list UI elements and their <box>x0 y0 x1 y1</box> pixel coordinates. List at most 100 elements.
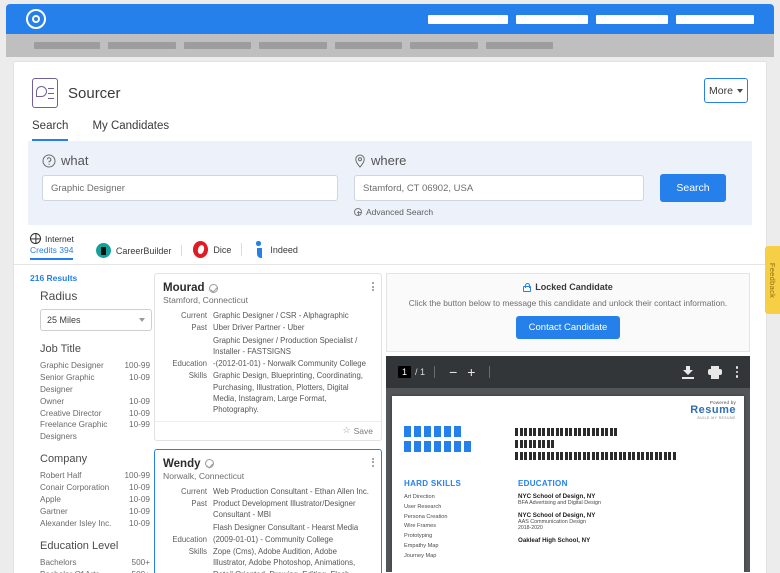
search-what-input[interactable] <box>42 175 338 201</box>
education-school: NYC School of Design, NY <box>518 512 596 519</box>
more-button[interactable]: More <box>704 78 748 103</box>
candidate-card-wendy[interactable]: Wendy Norwalk, Connecticut Current Web Pr… <box>154 448 382 573</box>
candidate-location: Stamford, Connecticut <box>163 295 249 305</box>
detail-value: Uber Driver Partner - Uber <box>213 323 305 333</box>
filter-item-label: Freelance Graphic Designers <box>40 420 108 442</box>
detail-value: Web Production Consultant - Ethan Allen … <box>213 486 369 496</box>
filter-item[interactable]: Freelance Graphic Designers 10-99 <box>40 419 150 443</box>
what-label: what <box>61 153 89 168</box>
sub-nav-item-7[interactable] <box>486 42 553 49</box>
what-label-row: what <box>42 153 338 168</box>
filter-title: Company <box>40 453 88 466</box>
filter-item[interactable]: Robert Half 100-99 <box>40 470 150 482</box>
locked-title-row: Locked Candidate <box>397 282 739 292</box>
hard-skills-title: HARD SKILLS <box>404 479 462 488</box>
sub-nav-item-3[interactable] <box>184 42 251 49</box>
zoom-in-button[interactable]: + <box>462 365 480 379</box>
sub-nav-item-6[interactable] <box>410 42 478 49</box>
hard-skills-column: HARD SKILLS Art Direction User Research … <box>404 479 490 561</box>
download-icon[interactable] <box>681 365 694 379</box>
filter-item-label: Bachelors <box>40 557 77 567</box>
candidate-location: Norwalk, Connecticut <box>163 470 245 481</box>
source-tab-indeed[interactable]: Indeed <box>242 241 309 264</box>
location-pin-icon <box>355 153 365 168</box>
filter-item[interactable]: Apple 10-09 <box>40 494 150 506</box>
advanced-search-label: Advanced Search <box>366 207 434 217</box>
candidate-menu-icon[interactable] <box>372 282 374 291</box>
filter-item[interactable]: Owner 10-09 <box>40 396 150 408</box>
feedback-tab[interactable]: Feedback <box>765 246 780 314</box>
candidate-menu-icon[interactable] <box>372 457 374 467</box>
filters-sidebar: 216 Results Radius 25 Miles Job Title Gr… <box>14 273 152 573</box>
sub-nav-item-1[interactable] <box>34 42 100 49</box>
resume-columns: HARD SKILLS Art Direction User Research … <box>404 479 732 561</box>
search-panel: what where Search <box>28 141 752 225</box>
filter-item[interactable]: Bachelor Of Arts 500+ <box>40 569 150 573</box>
lock-icon <box>523 282 532 292</box>
tab-my-candidates[interactable]: My Candidates <box>92 120 169 141</box>
globe-icon <box>30 233 41 244</box>
contact-candidate-button[interactable]: Contact Candidate <box>515 316 621 339</box>
filter-item-label: Alexander Isley Inc. <box>40 518 112 528</box>
page-title-row: Sourcer <box>32 78 748 108</box>
save-candidate-button[interactable]: ☆ Save <box>155 420 381 440</box>
candidate-list: Mourad Stamford, Connecticut Current Grap… <box>150 273 386 573</box>
where-label: where <box>371 153 407 168</box>
education-entry: NYC School of Design, NY AAS Communicati… <box>518 512 601 531</box>
save-label: Save <box>353 425 373 436</box>
resume-brand-sub: BUILD MY RESUME <box>697 416 736 420</box>
feedback-label: Feedback <box>768 262 777 298</box>
skill-item: Journey Map <box>404 552 437 559</box>
candidate-card-mourad[interactable]: Mourad Stamford, Connecticut Current Grap… <box>154 273 382 441</box>
sub-nav-item-2[interactable] <box>108 42 176 49</box>
candidate-preview-pane: Locked Candidate Click the button below … <box>386 273 766 573</box>
table-row: Graphic Designer / Production Specialist… <box>163 335 371 359</box>
filter-item[interactable]: Conair Corporation 10-09 <box>40 482 150 494</box>
education-entry: Oakleaf High School, NY <box>518 537 601 544</box>
filter-item[interactable]: Graphic Designer 100-99 <box>40 360 150 372</box>
detail-value: Graphic Designer / Production Specialist… <box>213 335 358 356</box>
app-logo-icon[interactable] <box>26 9 46 29</box>
filter-item[interactable]: Bachelors 500+ <box>40 557 150 569</box>
source-tab-careerbuilder[interactable]: CareerBuilder <box>85 243 183 264</box>
search-button[interactable]: Search <box>660 174 726 202</box>
pdf-current-page[interactable]: 1 <box>398 366 412 378</box>
detail-label <box>163 335 213 359</box>
filter-item[interactable]: Creative Director 10-09 <box>40 408 150 420</box>
page-title: Sourcer <box>68 84 121 102</box>
tab-search[interactable]: Search <box>32 120 69 141</box>
radius-select[interactable]: 25 Miles <box>40 309 152 331</box>
search-where-input[interactable] <box>354 175 644 201</box>
top-nav-item-4[interactable] <box>676 14 754 24</box>
sub-nav-item-4[interactable] <box>259 42 327 49</box>
locked-candidate-box: Locked Candidate Click the button below … <box>386 273 750 352</box>
divider <box>434 366 436 378</box>
secondary-nav-bar <box>6 34 774 57</box>
education-degree: BFA Advertising and Digital Design <box>518 500 602 506</box>
print-icon[interactable] <box>707 365 722 379</box>
where-label-row: where <box>354 153 644 168</box>
sub-nav-item-5[interactable] <box>335 42 402 49</box>
sourcer-icon <box>32 78 58 108</box>
verified-check-icon <box>208 283 218 293</box>
page-header: Sourcer More <box>14 62 766 108</box>
detail-label <box>163 522 213 534</box>
dice-icon <box>193 241 209 258</box>
star-icon: ☆ <box>342 425 351 436</box>
source-tab-dice[interactable]: Dice <box>182 241 243 264</box>
advanced-search-link[interactable]: Advanced Search <box>354 207 738 217</box>
pdf-viewer-stage[interactable]: Powered by Resume BUILD MY RESUME HARD S… <box>386 388 750 572</box>
top-nav-item-2[interactable] <box>516 14 588 24</box>
filter-item[interactable]: Senior Graphic Designer 10-09 <box>40 372 150 396</box>
filter-item[interactable]: Alexander Isley Inc. 10-09 <box>40 518 150 530</box>
detail-value: -(2012-01-01) - Norwalk Community Colleg… <box>213 359 366 369</box>
top-nav-item-3[interactable] <box>596 14 668 24</box>
top-nav-item-1[interactable] <box>428 14 508 24</box>
pdf-more-icon[interactable] <box>735 366 738 378</box>
top-nav-redacted[interactable] <box>428 14 754 24</box>
zoom-out-button[interactable]: − <box>444 365 462 379</box>
filter-item[interactable]: Gartner 10-09 <box>40 506 150 518</box>
source-tab-internet[interactable]: Internet Credits 394 <box>30 233 85 264</box>
resume-header-redactions <box>404 426 676 460</box>
resume-document: Powered by Resume BUILD MY RESUME HARD S… <box>392 396 744 572</box>
